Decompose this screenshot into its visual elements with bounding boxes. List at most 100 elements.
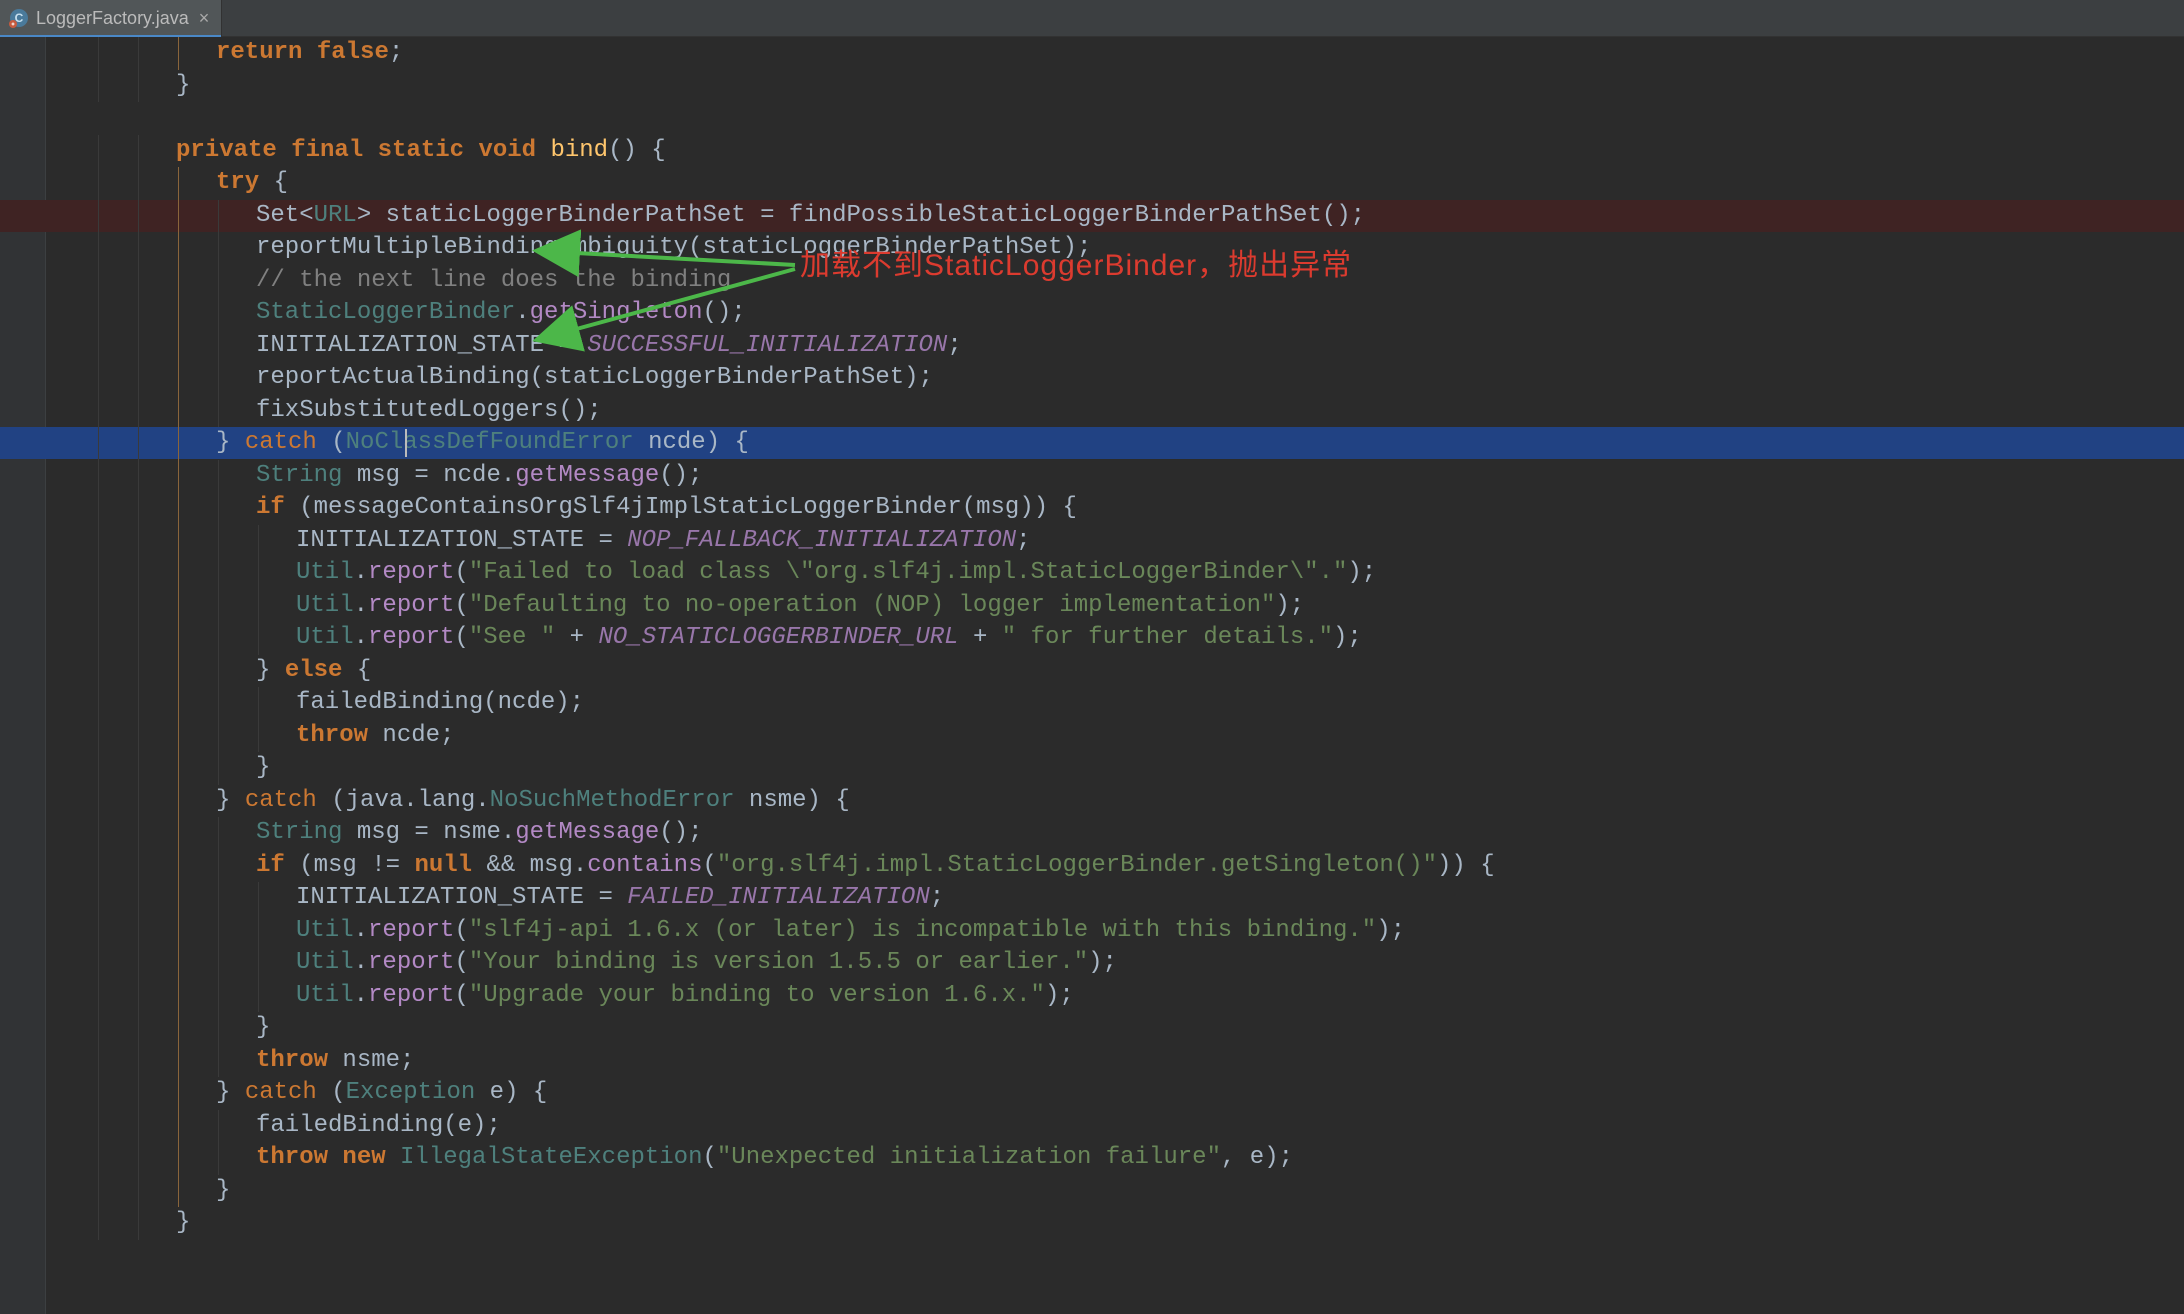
code-line[interactable]: throw ncde; <box>96 720 2184 752</box>
indent-guide <box>218 720 219 753</box>
code-line[interactable]: Util.report("See " + NO_STATICLOGGERBIND… <box>96 622 2184 654</box>
indent-guide <box>138 1012 139 1045</box>
tab-loggerfactory[interactable]: C LoggerFactory.java × <box>0 0 222 36</box>
indent-guide <box>178 330 179 363</box>
code-text: } catch (java.lang.NoSuchMethodError nsm… <box>216 785 850 818</box>
indent-guide <box>98 817 99 850</box>
code-text: throw nsme; <box>256 1045 414 1078</box>
indent-guide <box>178 655 179 688</box>
code-text: } <box>216 1175 230 1208</box>
code-line[interactable]: throw new IllegalStateException("Unexpec… <box>96 1142 2184 1174</box>
code-line[interactable]: failedBinding(e); <box>96 1110 2184 1142</box>
editor[interactable]: return false;} private final static void … <box>0 37 2184 1314</box>
indent-guide <box>218 1110 219 1143</box>
indent-guide <box>138 817 139 850</box>
code-line[interactable]: } catch (Exception e) { <box>96 1077 2184 1109</box>
code-line[interactable]: INITIALIZATION_STATE = SUCCESSFUL_INITIA… <box>96 330 2184 362</box>
indent-guide <box>178 1012 179 1045</box>
code-line[interactable]: } <box>96 1175 2184 1207</box>
indent-guide <box>178 785 179 818</box>
code-line[interactable]: } catch (java.lang.NoSuchMethodError nsm… <box>96 785 2184 817</box>
code-text: private final static void bind() { <box>176 135 666 168</box>
code-text: Util.report("Defaulting to no-operation … <box>296 590 1304 623</box>
code-line[interactable]: } <box>96 70 2184 102</box>
code-line[interactable]: failedBinding(ncde); <box>96 687 2184 719</box>
indent-guide <box>98 785 99 818</box>
indent-guide <box>138 947 139 980</box>
indent-guide <box>98 622 99 655</box>
indent-guide <box>138 135 139 168</box>
code-line[interactable]: Util.report("Failed to load class \"org.… <box>96 557 2184 589</box>
code-line[interactable]: } <box>96 1012 2184 1044</box>
code-line[interactable]: reportActualBinding(staticLoggerBinderPa… <box>96 362 2184 394</box>
code-text: reportActualBinding(staticLoggerBinderPa… <box>256 362 933 395</box>
code-line[interactable]: if (msg != null && msg.contains("org.slf… <box>96 850 2184 882</box>
indent-guide <box>138 1077 139 1110</box>
tab-close-icon[interactable]: × <box>199 9 210 27</box>
indent-guide <box>178 492 179 525</box>
code-text: Util.report("Failed to load class \"org.… <box>296 557 1376 590</box>
indent-guide <box>98 1110 99 1143</box>
indent-guide <box>218 850 219 883</box>
code-line[interactable]: Util.report("Defaulting to no-operation … <box>96 590 2184 622</box>
code-line[interactable]: StaticLoggerBinder.getSingleton(); <box>96 297 2184 329</box>
indent-guide <box>218 947 219 980</box>
code-text: Set<URL> staticLoggerBinderPathSet = fin… <box>256 200 1365 233</box>
indent-guide <box>138 297 139 330</box>
indent-guide <box>258 590 259 623</box>
indent-guide <box>218 590 219 623</box>
code-text: Util.report("Your binding is version 1.5… <box>296 947 1117 980</box>
indent-guide <box>98 330 99 363</box>
code-line[interactable]: try { <box>96 167 2184 199</box>
indent-guide <box>218 265 219 298</box>
indent-guide <box>258 882 259 915</box>
code-line[interactable]: Util.report("Upgrade your binding to ver… <box>96 980 2184 1012</box>
code-line[interactable]: fixSubstitutedLoggers(); <box>96 395 2184 427</box>
indent-guide <box>218 622 219 655</box>
code-line[interactable]: throw nsme; <box>96 1045 2184 1077</box>
indent-guide <box>98 752 99 785</box>
code-line[interactable] <box>96 102 2184 134</box>
indent-guide <box>178 980 179 1013</box>
indent-guide <box>218 232 219 265</box>
indent-guide <box>138 37 139 70</box>
code-line[interactable]: } catch (NoClassDefFoundError ncde) { <box>96 427 2184 459</box>
code-line[interactable]: if (messageContainsOrgSlf4jImplStaticLog… <box>96 492 2184 524</box>
indent-guide <box>98 70 99 103</box>
code-line[interactable]: Util.report("slf4j-api 1.6.x (or later) … <box>96 915 2184 947</box>
code-text: } else { <box>256 655 371 688</box>
code-line[interactable]: INITIALIZATION_STATE = FAILED_INITIALIZA… <box>96 882 2184 914</box>
indent-guide <box>98 915 99 948</box>
code-text: try { <box>216 167 288 200</box>
code-line[interactable]: } else { <box>96 655 2184 687</box>
tab-bar: C LoggerFactory.java × <box>0 0 2184 37</box>
indent-guide <box>178 232 179 265</box>
indent-guide <box>178 1175 179 1208</box>
indent-guide <box>98 687 99 720</box>
indent-guide <box>98 232 99 265</box>
code-line[interactable]: } <box>96 1207 2184 1239</box>
indent-guide <box>218 1142 219 1175</box>
code-line[interactable]: Set<URL> staticLoggerBinderPathSet = fin… <box>96 200 2184 232</box>
code-line[interactable]: String msg = nsme.getMessage(); <box>96 817 2184 849</box>
code-line[interactable]: Util.report("Your binding is version 1.5… <box>96 947 2184 979</box>
indent-guide <box>98 1077 99 1110</box>
code-line[interactable]: return false; <box>96 37 2184 69</box>
indent-guide <box>138 785 139 818</box>
code-line[interactable]: private final static void bind() { <box>96 135 2184 167</box>
indent-guide <box>98 1175 99 1208</box>
indent-guide <box>138 980 139 1013</box>
indent-guide <box>178 590 179 623</box>
code-line[interactable]: String msg = ncde.getMessage(); <box>96 460 2184 492</box>
indent-guide <box>178 362 179 395</box>
indent-guide <box>258 622 259 655</box>
code-line[interactable]: } <box>96 752 2184 784</box>
indent-guide <box>178 1142 179 1175</box>
indent-guide <box>138 915 139 948</box>
code-text: INITIALIZATION_STATE = SUCCESSFUL_INITIA… <box>256 330 962 363</box>
indent-guide <box>178 817 179 850</box>
code-text: INITIALIZATION_STATE = FAILED_INITIALIZA… <box>296 882 944 915</box>
code-line[interactable]: INITIALIZATION_STATE = NOP_FALLBACK_INIT… <box>96 525 2184 557</box>
code-area[interactable]: return false;} private final static void … <box>68 37 2184 1314</box>
code-text: Util.report("Upgrade your binding to ver… <box>296 980 1074 1013</box>
